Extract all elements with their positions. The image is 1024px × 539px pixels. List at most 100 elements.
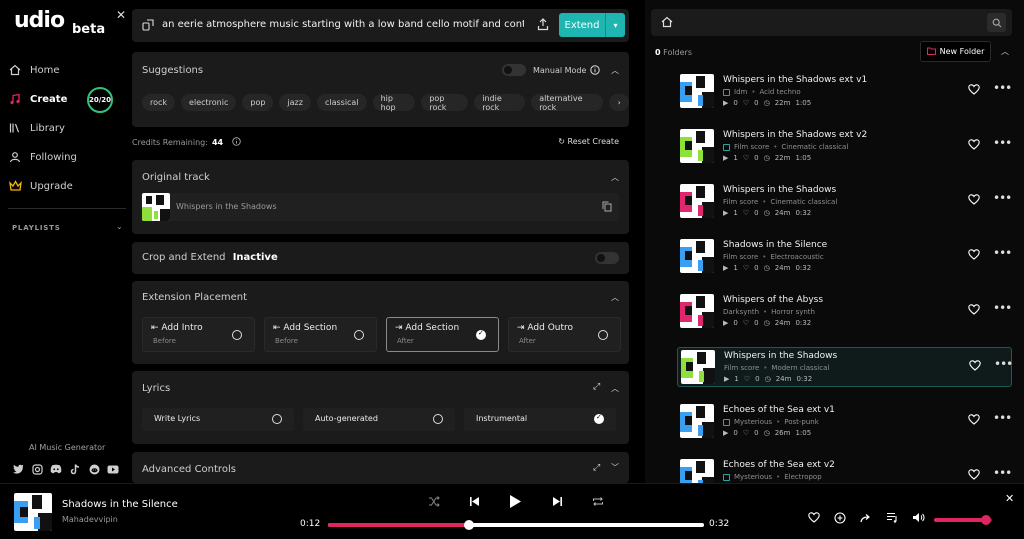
song-genre[interactable]: Film score [724, 364, 759, 372]
song-title[interactable]: Whispers in the Shadows [723, 185, 836, 195]
song-artwork[interactable] [681, 350, 715, 384]
radio-button[interactable] [594, 413, 604, 424]
shuffle-icon[interactable] [428, 496, 440, 507]
song-artwork[interactable] [680, 294, 714, 328]
suggestion-chip[interactable]: indie rock [474, 94, 526, 112]
song-subgenre[interactable]: Post-punk [784, 418, 819, 426]
chevron-up-icon[interactable]: ︿ [611, 172, 619, 183]
chevron-up-icon[interactable]: ︿ [1001, 46, 1009, 57]
song-artwork[interactable] [680, 404, 714, 438]
more-options-icon[interactable]: ••• [993, 136, 1012, 150]
search-button[interactable] [987, 13, 1006, 32]
more-options-icon[interactable]: ••• [993, 301, 1012, 315]
song-subgenre[interactable]: Cinematic classical [781, 143, 848, 151]
heart-icon[interactable] [968, 469, 980, 483]
more-options-icon[interactable]: ••• [993, 191, 1012, 205]
tiktok-icon[interactable] [69, 463, 81, 475]
add-circle-icon[interactable] [834, 512, 846, 524]
heart-icon[interactable] [968, 194, 980, 208]
library-search-bar[interactable] [651, 9, 1012, 36]
song-subgenre[interactable]: Horror synth [771, 308, 815, 316]
radio-button[interactable] [598, 330, 608, 340]
repeat-icon[interactable] [592, 496, 604, 507]
song-genre[interactable]: Mysterious [734, 418, 772, 426]
new-folder-button[interactable]: New Folder [920, 41, 991, 62]
radio-button[interactable] [476, 329, 486, 340]
chevron-up-icon[interactable]: ︿ [611, 383, 619, 394]
song-artwork[interactable] [680, 129, 714, 163]
heart-icon[interactable] [968, 139, 980, 153]
song-title[interactable]: Echoes of the Sea ext v2 [723, 460, 835, 470]
song-row[interactable]: Whispers of the Abyss Darksynth • Horror sy… [677, 292, 1012, 332]
song-row[interactable]: Whispers in the Shadows ext v2 Film score… [677, 127, 1012, 167]
reddit-icon[interactable] [88, 463, 100, 475]
upload-icon[interactable] [537, 18, 549, 34]
radio-button[interactable] [232, 330, 242, 340]
placement-option[interactable]: ⇤ Add Section Before [264, 317, 377, 352]
instagram-icon[interactable] [31, 463, 43, 475]
placement-option[interactable]: ⇥ Add Outro After [508, 317, 621, 352]
volume-handle[interactable] [981, 515, 992, 525]
song-artwork[interactable] [680, 239, 714, 273]
progress-bar[interactable] [328, 520, 704, 530]
sidebar-item-upgrade[interactable]: Upgrade [8, 175, 73, 197]
player-artwork[interactable] [14, 493, 52, 531]
heart-icon[interactable] [968, 304, 980, 318]
song-subgenre[interactable]: Acid techno [759, 88, 800, 96]
volume-icon[interactable] [912, 512, 925, 523]
home-icon[interactable] [661, 16, 673, 31]
share-icon[interactable] [860, 513, 872, 523]
expand-icon[interactable]: ⤢ [593, 463, 600, 473]
original-track-row[interactable]: Whispers in the Shadows [140, 193, 619, 221]
reset-create-button[interactable]: ↻ Reset Create [558, 137, 619, 146]
radio-button[interactable] [354, 330, 364, 340]
song-title[interactable]: Whispers in the Shadows ext v2 [723, 130, 867, 140]
info-icon[interactable] [231, 137, 241, 148]
song-genre[interactable]: Film score [723, 198, 758, 206]
copy-icon[interactable] [602, 201, 612, 215]
volume-slider[interactable] [934, 515, 992, 525]
song-row[interactable]: Echoes of the Sea ext v1 Mysterious • Post-… [677, 402, 1012, 442]
song-genre[interactable]: Mysterious [734, 473, 772, 481]
song-subgenre[interactable]: Electroacoustic [770, 253, 823, 261]
next-icon[interactable] [552, 496, 563, 507]
sidebar-item-create[interactable]: Create [8, 88, 67, 110]
suggestion-chip[interactable]: hip hop [372, 94, 416, 112]
radio-button[interactable] [272, 414, 282, 424]
discord-icon[interactable] [50, 463, 62, 475]
chevron-up-icon[interactable]: ︿ [611, 65, 619, 76]
more-options-icon[interactable]: ••• [993, 411, 1012, 425]
song-row[interactable]: Whispers in the Shadows Film score • Modern… [677, 347, 1013, 387]
prompt-shuffle-icon[interactable] [142, 19, 154, 34]
heart-icon[interactable] [968, 414, 980, 428]
suggestion-chip[interactable]: rock [142, 94, 176, 111]
progress-handle[interactable] [464, 520, 474, 530]
song-row[interactable]: Whispers in the Shadows Film score • Cinema… [677, 182, 1012, 222]
song-genre[interactable]: Idm [734, 88, 747, 96]
chevron-down-icon[interactable]: ▾ [606, 21, 625, 30]
song-genre[interactable]: Film score [734, 143, 769, 151]
info-icon[interactable] [590, 65, 600, 78]
song-title[interactable]: Whispers in the Shadows ext v1 [723, 75, 867, 85]
suggestion-chip[interactable]: alternative rock [531, 94, 604, 112]
queue-icon[interactable] [886, 512, 899, 523]
player-track-title[interactable]: Shadows in the Silence [62, 499, 178, 510]
heart-icon[interactable] [808, 512, 820, 523]
song-subgenre[interactable]: Cinematic classical [770, 198, 837, 206]
close-player-icon[interactable]: ✕ [1005, 492, 1014, 505]
song-row[interactable]: Whispers in the Shadows ext v1 Idm • Acid t… [677, 72, 1012, 112]
radio-button[interactable] [433, 414, 443, 424]
player-artist[interactable]: Mahadevvipin [62, 515, 118, 524]
sidebar-item-home[interactable]: Home [8, 59, 60, 81]
song-row[interactable]: Shadows in the Silence Film score • Electro… [677, 237, 1012, 277]
sidebar-item-following[interactable]: Following [8, 146, 77, 168]
suggestion-chip[interactable]: pop [242, 94, 274, 111]
twitter-icon[interactable] [12, 463, 24, 475]
youtube-icon[interactable] [107, 463, 119, 475]
more-options-icon[interactable]: ••• [993, 466, 1012, 480]
heart-icon[interactable] [969, 360, 981, 374]
song-title[interactable]: Echoes of the Sea ext v1 [723, 405, 835, 415]
placement-option[interactable]: ⇥ Add Section After [386, 317, 499, 352]
suggestion-chip[interactable]: electronic [181, 94, 237, 111]
placement-option[interactable]: ⇤ Add Intro Before [142, 317, 255, 352]
